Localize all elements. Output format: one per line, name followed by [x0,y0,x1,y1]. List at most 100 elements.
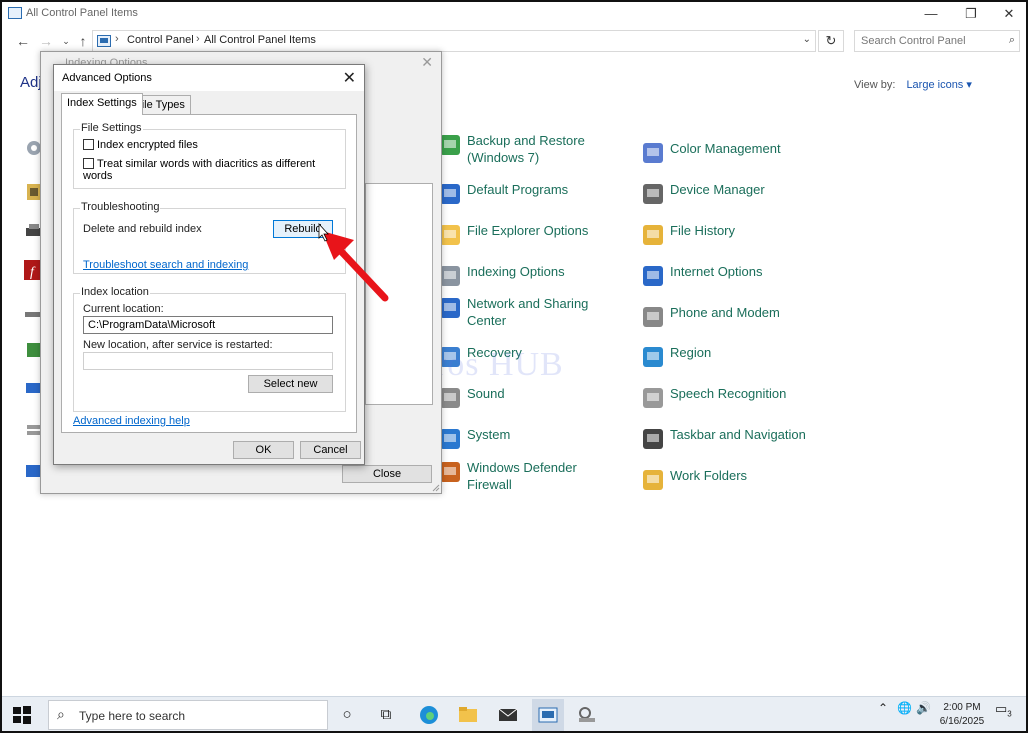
breadcrumb-control-panel[interactable]: Control Panel [127,34,194,46]
taskbar-search-placeholder: Type here to search [79,709,186,723]
taskbar-search-input[interactable]: ⌕ Type here to search [48,700,328,730]
address-box[interactable]: › Control Panel › All Control Panel Item… [92,30,816,52]
checkbox-box[interactable] [83,158,94,169]
control-panel-item-label: Windows Defender Firewall [467,460,577,492]
control-panel-item-label: Color Management [670,141,781,156]
index-encrypted-checkbox[interactable]: Index encrypted files [83,139,198,151]
clock-time: 2:00 PM [943,702,981,713]
current-location-field[interactable]: C:\ProgramData\Microsoft [83,316,333,334]
recent-dropdown-icon[interactable]: ⌄ [57,32,75,50]
chevron-right-icon: › [115,33,119,45]
breadcrumb-all-items[interactable]: All Control Panel Items [204,34,316,46]
volume-icon[interactable]: 🔊 [916,701,931,715]
phone-modem-icon [643,307,663,327]
diacritics-checkbox[interactable]: Treat similar words with diacritics as d… [83,158,345,182]
control-panel-item-label: System [467,427,511,442]
control-panel-item-label: Sound [467,386,505,401]
search-placeholder: Search Control Panel [861,35,966,47]
chevron-right-icon: › [196,33,200,45]
file-settings-group: File Settings Index encrypted files Trea… [73,122,346,189]
current-location-label: Current location: [83,303,164,315]
taskbar: ⌕ Type here to search ○ ⧉ ⌃ 🌐 🔊 2:00 PM … [2,696,1026,731]
work-folders-icon [643,470,663,490]
forward-arrow-icon[interactable]: → [37,32,55,50]
speech-icon [643,388,663,408]
control-panel-item-label: Internet Options [670,264,763,279]
rebuild-button[interactable]: Rebuild [273,220,333,238]
internet-options-icon [643,266,663,286]
maximize-button[interactable]: ❐ [954,4,988,24]
control-panel-item-label: Backup and Restore (Windows 7) [467,133,585,165]
diacritics-label: Treat similar words with diacritics as d… [83,158,316,182]
resize-grip-icon[interactable] [432,484,440,492]
language-globe-icon[interactable]: 🌐 [897,701,912,715]
search-icon: ⌕ [57,706,65,722]
tray-overflow-icon[interactable]: ⌃ [878,701,888,715]
notification-icon[interactable]: ▭3 [995,701,1012,719]
mail-icon[interactable] [496,703,520,727]
control-panel-item-label: Phone and Modem [670,305,780,320]
index-settings-panel: File Settings Index encrypted files Trea… [61,114,357,433]
checkbox-box[interactable] [83,139,94,150]
minimize-button[interactable]: — [914,4,948,24]
view-by: View by: Large icons ▾ [854,78,972,91]
new-location-label: New location, after service is restarted… [83,339,273,351]
close-icon[interactable]: ✕ [421,54,433,71]
page-heading: Adj [20,74,42,91]
control-panel-item-label: Network and Sharing Center [467,296,589,328]
edge-browser-icon[interactable] [417,703,441,727]
close-button[interactable]: ✕ [992,4,1026,24]
file-settings-title: File Settings [80,122,143,134]
advanced-options-dialog: Advanced Options ✕ Index Settings File T… [53,64,365,465]
control-panel-item-label: Region [670,345,712,360]
task-view-icon[interactable]: ⧉ [374,703,398,727]
color-management-icon [643,143,663,163]
control-panel-taskbar-icon[interactable] [536,703,560,727]
screen: All Control Panel Items — ❐ ✕ ← → ⌄ ↑ › … [0,0,1028,733]
dialog-titlebar: Advanced Options ✕ [54,65,364,91]
control-panel-item-label: Work Folders [670,468,748,483]
advanced-indexing-help-link[interactable]: Advanced indexing help [73,415,190,427]
indexing-options-taskbar-icon[interactable] [575,703,599,727]
new-location-field[interactable] [83,352,333,370]
control-panel-item-label: Default Programs [467,182,569,197]
notification-count: 3 [1007,709,1012,719]
control-panel-item-label: Taskbar and Navigation [670,427,806,442]
chevron-down-icon[interactable]: ⌄ [803,34,811,45]
control-panel-item-label: Speech Recognition [670,386,787,401]
index-location-title: Index location [80,286,150,298]
tab-index-settings[interactable]: Index Settings [61,93,143,115]
taskbar-nav-icon [643,429,663,449]
troubleshooting-group: Troubleshooting Delete and rebuild index… [73,201,346,274]
search-input[interactable]: Search Control Panel ⌕ [854,30,1020,52]
dialog-title: Advanced Options [62,72,152,84]
troubleshoot-link[interactable]: Troubleshoot search and indexing [83,259,248,271]
cancel-button[interactable]: Cancel [300,441,361,459]
control-panel-item-label: File Explorer Options [467,223,589,238]
indexing-close-button[interactable]: Close [342,465,432,483]
select-new-button[interactable]: Select new [248,375,333,393]
control-panel-icon [97,35,111,47]
file-history-icon [643,225,663,245]
cortana-icon[interactable]: ○ [335,703,359,727]
windows-start-icon[interactable] [12,705,32,725]
back-arrow-icon[interactable]: ← [14,32,32,50]
refresh-icon[interactable]: ↻ [818,30,844,52]
control-panel-item-label: Indexing Options [467,264,565,279]
delete-rebuild-label: Delete and rebuild index [83,223,202,235]
view-by-dropdown[interactable]: Large icons ▾ [906,79,971,91]
region-icon [643,347,663,367]
troubleshooting-title: Troubleshooting [80,201,161,213]
clock-date: 6/16/2025 [939,716,985,727]
control-panel-item-label: File History [670,223,736,238]
index-location-group: Index location Current location: C:\Prog… [73,286,346,412]
ok-button[interactable]: OK [233,441,294,459]
dialog-close-icon[interactable]: ✕ [343,68,356,88]
window-titlebar: All Control Panel Items — ❐ ✕ [2,2,1026,26]
up-arrow-icon[interactable]: ↑ [74,32,92,50]
file-explorer-icon[interactable] [456,703,480,727]
index-encrypted-label: Index encrypted files [97,139,198,151]
indexed-locations-list[interactable] [365,183,433,405]
view-by-label: View by: [854,79,896,91]
taskbar-clock[interactable]: 2:00 PM 6/16/2025 [934,701,990,729]
